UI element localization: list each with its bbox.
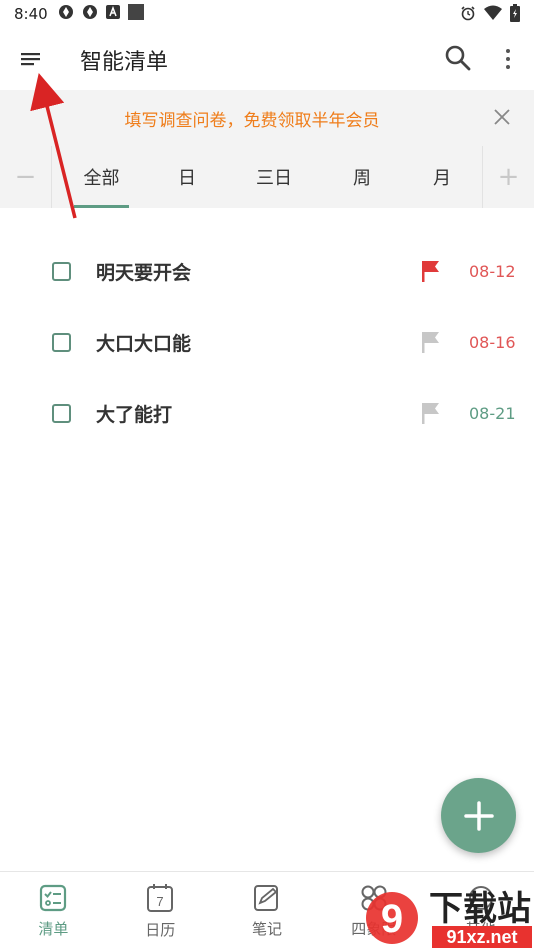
bottom-nav: 清单 7 日历 笔记 四象限 其他 xyxy=(0,871,534,950)
dot-icon xyxy=(506,49,510,53)
flag-icon[interactable] xyxy=(420,401,442,425)
task-row[interactable]: 明天要开会 08-12 xyxy=(0,243,534,299)
tab-day[interactable]: 日 xyxy=(165,146,209,208)
menu-button[interactable] xyxy=(14,46,48,74)
aperture-icon-2 xyxy=(82,4,98,24)
search-button[interactable] xyxy=(444,44,474,74)
more-icon xyxy=(468,886,493,910)
close-icon xyxy=(494,109,510,125)
flag-icon[interactable] xyxy=(420,330,442,354)
tab-month[interactable]: 月 xyxy=(420,146,464,208)
task-title[interactable]: 明天要开会 xyxy=(96,258,191,285)
nav-label: 四象限 xyxy=(351,920,397,938)
task-row[interactable]: 大口大口能 08-16 xyxy=(0,314,534,370)
task-date: 08-12 xyxy=(469,261,516,281)
nav-label: 其他 xyxy=(465,920,496,938)
nav-label: 笔记 xyxy=(251,920,282,938)
tab-minus-button[interactable]: − xyxy=(0,146,52,208)
nav-item-quadrant[interactable]: 四象限 xyxy=(320,872,427,950)
nav-item-list[interactable]: 清单 xyxy=(0,872,107,950)
app-a-icon xyxy=(105,5,120,23)
task-checkbox[interactable] xyxy=(52,261,71,281)
nav-label: 日历 xyxy=(145,921,176,939)
banner-close-button[interactable] xyxy=(492,107,514,129)
nav-item-notes[interactable]: 笔记 xyxy=(214,872,321,950)
page-title: 智能清单 xyxy=(80,50,169,75)
tab-three-day[interactable]: 三日 xyxy=(245,146,303,208)
status-bar: 8:40 xyxy=(0,0,534,28)
search-icon xyxy=(445,45,471,71)
checklist-icon xyxy=(40,884,67,912)
note-icon xyxy=(253,885,278,911)
task-title[interactable]: 大了能打 xyxy=(96,400,172,427)
tab-plus-button[interactable]: + xyxy=(482,146,534,208)
plus-icon xyxy=(463,800,494,831)
dot-icon xyxy=(506,57,510,61)
survey-banner[interactable]: 填写调查问卷，免费领取半年会员 xyxy=(0,90,534,146)
task-title[interactable]: 大口大口能 xyxy=(96,329,191,356)
task-date: 08-16 xyxy=(469,332,516,352)
more-options-button[interactable] xyxy=(496,44,520,74)
task-row[interactable]: 大了能打 08-21 xyxy=(0,385,534,441)
status-right xyxy=(460,4,520,26)
banner-text[interactable]: 填写调查问卷，免费领取半年会员 xyxy=(125,106,380,131)
square-icon xyxy=(127,4,144,24)
alarm-icon xyxy=(460,5,476,25)
calendar-day: 7 xyxy=(157,894,164,909)
app-bar: 智能清单 xyxy=(0,32,534,88)
task-checkbox[interactable] xyxy=(52,403,71,423)
menu-icon xyxy=(21,53,40,66)
status-time: 8:40 xyxy=(14,5,48,23)
nav-label: 清单 xyxy=(38,920,69,938)
tab-week[interactable]: 周 xyxy=(340,146,384,208)
nav-item-other[interactable]: 其他 xyxy=(427,872,534,950)
flag-icon[interactable] xyxy=(420,259,442,283)
dot-icon xyxy=(506,65,510,69)
task-date: 08-21 xyxy=(469,403,516,423)
calendar-icon: 7 xyxy=(147,884,174,912)
task-checkbox[interactable] xyxy=(52,332,71,352)
filter-tabs: − 全部 日 三日 周 月 + xyxy=(0,146,534,208)
wifi-icon xyxy=(484,5,502,25)
nav-item-calendar[interactable]: 7 日历 xyxy=(107,872,214,950)
tab-all[interactable]: 全部 xyxy=(74,146,129,208)
aperture-icon xyxy=(58,4,74,24)
quadrant-icon xyxy=(361,885,387,911)
battery-icon xyxy=(510,4,520,26)
add-task-button[interactable] xyxy=(441,778,516,853)
